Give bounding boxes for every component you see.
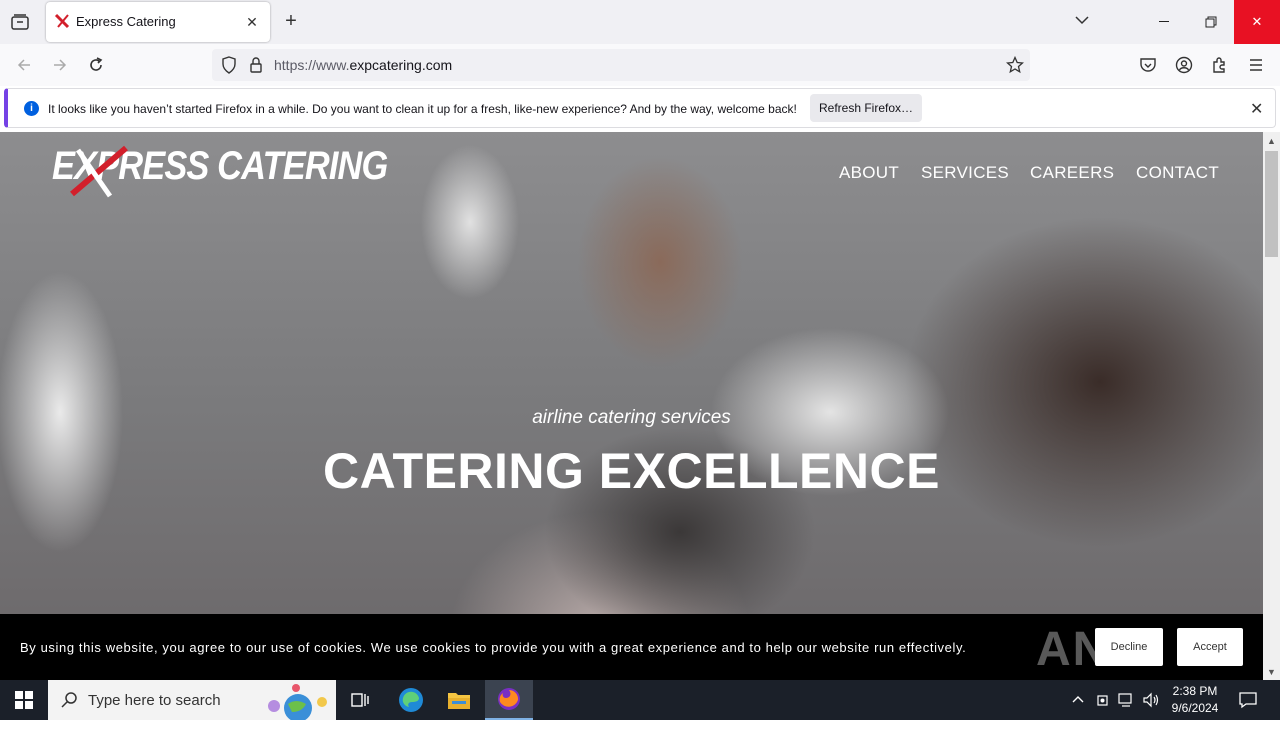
info-icon: i bbox=[24, 101, 39, 116]
accept-button[interactable]: Accept bbox=[1177, 628, 1243, 666]
new-tab-button[interactable]: + bbox=[280, 10, 302, 32]
back-arrow-icon[interactable] bbox=[11, 52, 37, 78]
hero-headline: CATERING EXCELLENCE bbox=[323, 443, 940, 499]
clock-date: 9/6/2024 bbox=[1171, 701, 1219, 715]
menu-icon[interactable] bbox=[1243, 52, 1269, 78]
page-scrollbar[interactable]: ▲ ▼ bbox=[1263, 132, 1280, 680]
star-icon[interactable] bbox=[1005, 55, 1025, 79]
windows-start-icon[interactable] bbox=[0, 680, 48, 720]
url-text[interactable]: https://www.expcatering.com bbox=[274, 57, 452, 73]
chevron-up-icon[interactable] bbox=[1071, 692, 1085, 709]
url-domain: expcatering.com bbox=[349, 57, 453, 73]
url-bar[interactable]: https://www.expcatering.com bbox=[212, 49, 1030, 81]
volume-icon[interactable] bbox=[1142, 692, 1160, 711]
firefox-icon[interactable] bbox=[485, 680, 533, 720]
cookie-banner: By using this website, you agree to our … bbox=[0, 614, 1263, 731]
forward-arrow-icon[interactable] bbox=[47, 52, 73, 78]
reload-icon[interactable] bbox=[83, 52, 109, 78]
nav-about[interactable]: ABOUT bbox=[839, 163, 899, 183]
nav-careers[interactable]: CAREERS bbox=[1030, 163, 1114, 183]
scroll-down-arrow-icon[interactable]: ▼ bbox=[1263, 663, 1280, 680]
file-explorer-icon[interactable] bbox=[435, 680, 483, 720]
close-icon[interactable]: ✕ bbox=[1250, 99, 1263, 119]
notification-bar: i It looks like you haven’t started Fire… bbox=[4, 88, 1276, 128]
restore-button[interactable] bbox=[1188, 0, 1234, 44]
pocket-icon[interactable] bbox=[1135, 52, 1161, 78]
taskbar-search-box[interactable]: Type here to search bbox=[48, 680, 336, 722]
extensions-icon[interactable] bbox=[1207, 52, 1233, 78]
close-window-button[interactable]: ✕ bbox=[1234, 0, 1280, 44]
close-tab-icon[interactable]: ✕ bbox=[242, 12, 262, 32]
network-icon[interactable] bbox=[1118, 692, 1136, 711]
minimize-button[interactable] bbox=[1142, 0, 1188, 44]
notification-text: It looks like you haven’t started Firefo… bbox=[48, 102, 797, 116]
chevron-down-icon[interactable] bbox=[1072, 10, 1092, 30]
taskbar: Type here to search 2:38 PM 9/6/2024 bbox=[0, 680, 1280, 722]
clock-time: 2:38 PM bbox=[1172, 684, 1218, 698]
shield-icon[interactable] bbox=[221, 56, 237, 79]
scroll-up-arrow-icon[interactable]: ▲ bbox=[1263, 132, 1280, 149]
edge-icon[interactable] bbox=[387, 680, 435, 720]
task-view-icon[interactable] bbox=[336, 680, 384, 720]
page-content: EXPRESS CATERING ABOUT SERVICES CAREERS … bbox=[0, 132, 1263, 680]
express-logo-icon bbox=[54, 13, 70, 34]
taskbar-clock[interactable]: 2:38 PM 9/6/2024 bbox=[1160, 683, 1230, 717]
hero-tagline: airline catering services bbox=[532, 407, 731, 428]
search-highlight-icon bbox=[262, 682, 334, 725]
logo-x-swoosh-icon bbox=[70, 145, 128, 198]
account-icon[interactable] bbox=[1171, 52, 1197, 78]
firefox-view-icon[interactable] bbox=[6, 8, 34, 36]
nav-contact[interactable]: CONTACT bbox=[1136, 163, 1219, 183]
decline-button[interactable]: Decline bbox=[1095, 628, 1163, 666]
tab-title: Express Catering bbox=[76, 14, 176, 29]
notifications-icon[interactable] bbox=[1238, 690, 1258, 713]
lock-icon[interactable] bbox=[249, 56, 263, 79]
cookie-text: By using this website, you agree to our … bbox=[20, 640, 967, 655]
navigation-toolbar: https://www.expcatering.com bbox=[0, 44, 1280, 86]
nav-services[interactable]: SERVICES bbox=[921, 163, 1009, 183]
url-prefix: https://www. bbox=[274, 57, 350, 73]
meet-now-icon[interactable] bbox=[1096, 692, 1110, 711]
tab-bar: Express Catering ✕ + ✕ bbox=[0, 0, 1280, 44]
scroll-thumb[interactable] bbox=[1265, 151, 1278, 257]
search-icon bbox=[60, 691, 78, 714]
search-placeholder: Type here to search bbox=[88, 692, 221, 709]
browser-tab[interactable]: Express Catering ✕ bbox=[46, 2, 270, 42]
refresh-firefox-button[interactable]: Refresh Firefox… bbox=[810, 94, 922, 122]
